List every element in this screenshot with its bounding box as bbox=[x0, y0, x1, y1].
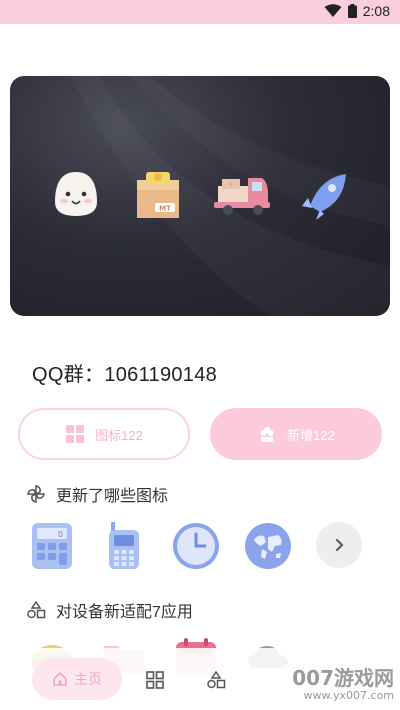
pinwheel-icon bbox=[27, 485, 45, 503]
status-time: 2:08 bbox=[362, 3, 390, 19]
svg-text:0: 0 bbox=[58, 530, 63, 539]
svg-text:Y: Y bbox=[228, 182, 233, 189]
rice-ball-icon bbox=[55, 172, 97, 216]
more-updated-button[interactable] bbox=[316, 522, 362, 568]
grid-icon bbox=[66, 425, 85, 443]
svg-text:MT: MT bbox=[159, 205, 171, 213]
flower-icon bbox=[260, 426, 274, 442]
section-updated-label: 更新了哪些图标 bbox=[56, 488, 169, 505]
phone-icon[interactable] bbox=[100, 522, 148, 570]
nav-grid-icon[interactable] bbox=[145, 670, 165, 690]
watermark-url: www.yx007.com bbox=[303, 689, 394, 702]
section-adapted-label: 对设备新适配7应用 bbox=[56, 604, 193, 621]
banner[interactable]: MT Y bbox=[10, 76, 390, 316]
banner-art: MT Y bbox=[55, 172, 346, 220]
nav-home-button[interactable]: 主页 bbox=[32, 658, 122, 700]
status-bar: 2:08 bbox=[0, 0, 400, 24]
wifi-icon bbox=[324, 4, 342, 17]
calculator-icon[interactable]: 0 bbox=[28, 522, 76, 570]
world-map-icon[interactable] bbox=[244, 522, 292, 570]
chevron-right-icon bbox=[336, 539, 344, 551]
section-adapted-title: 对设备新适配7应用 bbox=[26, 598, 193, 622]
nav-shapes-icon[interactable] bbox=[206, 670, 226, 690]
qq-group-text: QQ群：1061190148 bbox=[32, 364, 218, 386]
new-count-button[interactable]: 新增122 bbox=[210, 408, 382, 460]
section-updated-title: 更新了哪些图标 bbox=[26, 482, 168, 506]
icons-count-label: 图标122 bbox=[95, 427, 143, 443]
shapes-icon bbox=[27, 600, 46, 619]
status-indicators: 2:08 bbox=[324, 3, 390, 19]
watermark: 007游戏网 www.yx007.com bbox=[292, 667, 394, 702]
home-icon bbox=[53, 672, 67, 686]
nav-home-label: 主页 bbox=[74, 671, 102, 687]
icons-count-button[interactable]: 图标122 bbox=[18, 408, 190, 460]
updated-icons-row: 0 bbox=[28, 522, 362, 570]
battery-icon bbox=[347, 4, 357, 18]
clock-icon[interactable] bbox=[172, 522, 220, 570]
new-count-label: 新增122 bbox=[287, 427, 335, 443]
watermark-title: 007游戏网 bbox=[292, 666, 394, 690]
